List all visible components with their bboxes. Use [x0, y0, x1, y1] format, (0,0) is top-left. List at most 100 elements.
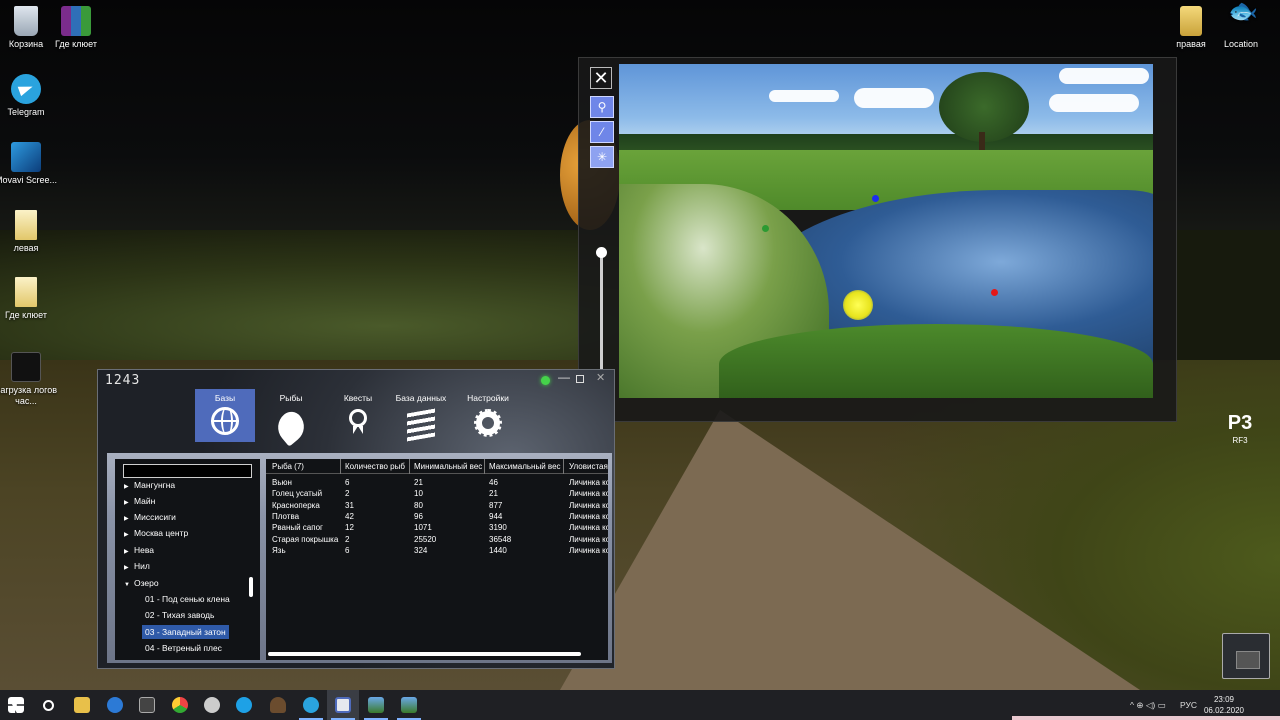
lake-photo[interactable] [619, 64, 1153, 398]
status-indicator [541, 376, 550, 385]
table-row[interactable]: Вьюн 6 21 46 Личинка кор [266, 478, 608, 489]
table-cell: 46 [489, 478, 498, 487]
table-cell: 1440 [489, 545, 507, 555]
image-icon [368, 697, 384, 713]
file-icon [1180, 6, 1202, 36]
column-header[interactable]: Минимальный вес [414, 462, 482, 471]
tree-item[interactable]: ▶ Миссисиги [124, 512, 176, 522]
tree-item-label: Нева [134, 545, 155, 555]
table-row[interactable]: Рваный сапог 12 1071 3190 Личинка кор [266, 523, 608, 534]
taskbar-image-viewer-1[interactable] [360, 690, 392, 720]
table-cell: 324 [414, 545, 428, 555]
clock[interactable]: 23:09 06.02.2020 [1196, 694, 1252, 716]
tree-item-expanded[interactable]: ▼ Озеро [124, 578, 159, 588]
column-divider[interactable] [340, 459, 341, 474]
tree-item[interactable]: ▶ Нил [124, 561, 150, 571]
desktop-icon-movavi[interactable]: Movavi Scree... [0, 142, 59, 186]
tree-scrollbar[interactable] [249, 577, 253, 597]
tree-child-item-selected[interactable]: 03 - Западный затон [142, 625, 229, 639]
start-button[interactable] [0, 690, 32, 720]
fishing-spot-marker-yellow[interactable] [843, 290, 873, 320]
tab-fish[interactable]: Рыбы [261, 389, 321, 447]
desktop-icon-logs[interactable]: Загрузка логов час... [0, 352, 59, 407]
table-cell: Старая покрышка [272, 534, 339, 544]
online-counter: 1243 [105, 373, 141, 388]
taskbar-edge[interactable] [99, 690, 131, 720]
viewer-line-tool[interactable]: ⁄ [590, 121, 614, 143]
table-cell: Личинка кор [569, 523, 608, 533]
tree-item[interactable]: ▶ Мангунгна [124, 480, 175, 490]
desktop-icon-telegram[interactable]: Telegram [0, 74, 59, 118]
column-header[interactable]: Максимальный вес [489, 462, 561, 471]
table-row[interactable]: Красноперка 31 80 877 Личинка кор [266, 501, 608, 512]
tree-child-item[interactable]: 01 - Под сенью клена [142, 592, 233, 606]
tab-label: Базы [214, 393, 236, 403]
tree-item-label: Москва центр [134, 528, 189, 538]
rf3-widget[interactable]: P3 RF3 [1222, 410, 1258, 445]
tab-database[interactable]: База данных [391, 389, 451, 442]
tab-quests[interactable]: Квесты [328, 389, 388, 442]
column-divider[interactable] [563, 459, 564, 474]
app-close-button[interactable]: ✕ [596, 371, 605, 384]
fishing-spot-marker-red[interactable] [991, 289, 998, 296]
taskbar-webcam[interactable] [196, 690, 228, 720]
tree-item-label: Нил [134, 561, 150, 571]
chevron-right-icon: ▶ [124, 565, 129, 571]
zoom-slider-knob[interactable] [596, 247, 607, 258]
desktop-icon-levaya[interactable]: левая [0, 210, 59, 254]
table-cell: Личинка кор [569, 500, 608, 510]
desktop-icon-gde-klyuet-file[interactable]: Где клюет [0, 277, 59, 321]
column-header[interactable]: Уловистая [569, 462, 608, 471]
taskbar-chrome[interactable] [164, 690, 196, 720]
globe-icon [211, 407, 239, 435]
viewer-close-button[interactable]: ✕ [590, 67, 612, 89]
screen-capture-widget[interactable] [1222, 633, 1270, 679]
file-icon [15, 210, 37, 240]
column-header[interactable]: Количество рыб [345, 462, 405, 471]
telegram-icon [303, 697, 319, 713]
search-icon [42, 699, 54, 711]
table-row[interactable]: Старая покрышка 2 25520 36548 Личинка кор [266, 535, 608, 546]
table-cell: 31 [345, 500, 354, 510]
viewer-star-tool[interactable]: ✳ [590, 146, 614, 168]
table-cell: 21 [414, 478, 423, 487]
fishing-spot-marker-blue[interactable] [872, 195, 879, 202]
taskbar-image-viewer-2[interactable] [393, 690, 425, 720]
table-horizontal-scrollbar[interactable] [268, 652, 581, 656]
rf3-label: RF3 [1232, 436, 1248, 445]
movavi-icon [11, 142, 41, 172]
table-cell: Личинка кор [569, 534, 608, 544]
table-row[interactable]: Голец усатый 2 10 21 Личинка кор [266, 489, 608, 500]
tree-item[interactable]: ▶ Москва центр [124, 528, 188, 538]
taskbar-calculator[interactable] [131, 690, 163, 720]
taskbar-fishing-app[interactable] [327, 690, 359, 720]
medal-icon [349, 409, 367, 434]
table-row[interactable]: Плотва 42 96 944 Личинка кор [266, 512, 608, 523]
desktop-icon-location[interactable]: Location [1208, 6, 1274, 50]
viewer-pin-tool[interactable]: ⚲ [590, 96, 614, 118]
table-cell: Личинка кор [569, 478, 608, 487]
table-header: Рыба (7) Количество рыб Минимальный вес … [266, 459, 608, 474]
tree-child-item[interactable]: 04 - Ветреный плес [142, 641, 225, 655]
taskbar-skype[interactable] [228, 690, 260, 720]
table-row[interactable]: Язь 6 324 1440 Личинка кор [266, 546, 608, 557]
tree-child-item[interactable]: 02 - Тихая заводь [142, 608, 217, 622]
desktop-icon-label: Movavi Scree... [0, 175, 58, 185]
column-divider[interactable] [409, 459, 410, 474]
tree-item[interactable]: ▶ Майн [124, 496, 155, 506]
column-header[interactable]: Рыба (7) [272, 462, 304, 471]
taskbar-user-app[interactable] [262, 690, 294, 720]
taskbar-telegram[interactable] [295, 690, 327, 720]
tab-bases[interactable]: Базы [195, 389, 255, 442]
maximize-button[interactable] [576, 375, 584, 383]
search-input[interactable] [123, 464, 252, 478]
tree-item[interactable]: ▶ Нева [124, 545, 154, 555]
taskbar-explorer[interactable] [66, 690, 98, 720]
column-divider[interactable] [484, 459, 485, 474]
chevron-down-icon: ▼ [124, 582, 130, 588]
desktop-icon-gde-klyuet-rar[interactable]: Где клюет [43, 6, 109, 50]
fishing-spot-marker-green[interactable] [762, 225, 769, 232]
taskbar-search-button[interactable] [32, 690, 64, 720]
tab-settings[interactable]: Настройки [458, 389, 518, 442]
minimize-button[interactable]: — [558, 370, 570, 384]
